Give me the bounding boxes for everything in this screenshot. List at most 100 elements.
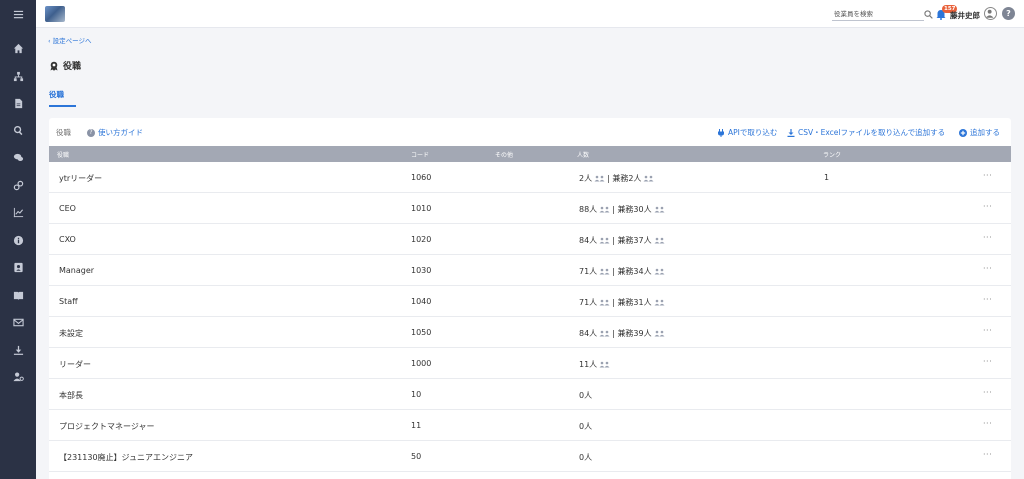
org-chart-icon[interactable] bbox=[0, 65, 36, 87]
more-options-icon[interactable]: ··· bbox=[983, 295, 992, 304]
api-import-button[interactable]: APIで取り込む bbox=[717, 127, 777, 138]
position-name: リーダー bbox=[59, 360, 91, 369]
user-settings-icon[interactable] bbox=[0, 365, 36, 387]
headcount: 71人 bbox=[579, 298, 598, 307]
people-icon bbox=[643, 175, 654, 182]
more-options-icon[interactable]: ··· bbox=[983, 264, 992, 273]
csv-import-button[interactable]: CSV・Excelファイルを取り込んで追加する bbox=[787, 127, 945, 138]
position-code: 1050 bbox=[411, 328, 432, 337]
concurrent-count: 兼務31人 bbox=[617, 298, 652, 307]
concurrent-count: 兼務37人 bbox=[617, 236, 652, 245]
mail-icon[interactable] bbox=[0, 311, 36, 333]
position-name: CXO bbox=[59, 235, 76, 244]
sidebar bbox=[0, 0, 36, 479]
book-icon[interactable] bbox=[0, 284, 36, 306]
people-icon bbox=[599, 206, 610, 213]
chat-icon[interactable] bbox=[0, 146, 36, 168]
headcount: 11人 bbox=[579, 360, 598, 369]
more-options-icon[interactable]: ··· bbox=[983, 450, 992, 459]
headcount-cell: 88人 | 兼務30人 bbox=[579, 204, 667, 215]
table-row[interactable]: CEO 1010 88人 | 兼務30人 ··· bbox=[49, 193, 1011, 224]
headcount: 0人 bbox=[579, 453, 593, 462]
position-name: Manager bbox=[59, 266, 95, 275]
column-header-position[interactable]: 役職 bbox=[57, 150, 69, 159]
position-code: 1060 bbox=[411, 173, 432, 182]
position-code: 1030 bbox=[411, 266, 432, 275]
search-input[interactable]: 役業員を検索 bbox=[832, 9, 924, 21]
breadcrumb[interactable]: ‹ 設定ページへ bbox=[48, 35, 92, 45]
people-icon bbox=[654, 268, 665, 275]
people-icon bbox=[654, 330, 665, 337]
search-icon[interactable] bbox=[924, 10, 933, 19]
download-icon[interactable] bbox=[0, 339, 36, 361]
position-name: 未設定 bbox=[59, 329, 83, 338]
people-icon bbox=[654, 299, 665, 306]
search-icon[interactable] bbox=[0, 119, 36, 141]
people-icon bbox=[654, 206, 665, 213]
column-header-headcount[interactable]: 人数 bbox=[577, 150, 589, 159]
add-position-button[interactable]: 追加する bbox=[959, 127, 1000, 138]
more-options-icon[interactable]: ··· bbox=[983, 357, 992, 366]
profile-card-icon[interactable] bbox=[0, 256, 36, 278]
people-icon bbox=[599, 299, 610, 306]
more-options-icon[interactable]: ··· bbox=[983, 171, 992, 180]
position-code: 1020 bbox=[411, 235, 432, 244]
menu-icon[interactable] bbox=[0, 3, 36, 25]
back-to-settings-link[interactable]: 設定ページへ bbox=[53, 37, 92, 45]
help-icon[interactable]: ? bbox=[1002, 7, 1015, 20]
more-options-icon[interactable]: ··· bbox=[983, 202, 992, 211]
page-title: 役職 bbox=[49, 59, 81, 72]
usage-guide-label: 使い方ガイド bbox=[98, 128, 143, 137]
position-name: 本部長 bbox=[59, 391, 83, 400]
table-row[interactable]: ytrリーダー 1060 2人 | 兼務2人 1 ··· bbox=[49, 162, 1011, 193]
more-options-icon[interactable]: ··· bbox=[983, 419, 992, 428]
more-options-icon[interactable]: ··· bbox=[983, 388, 992, 397]
table-row[interactable]: Manager 1030 71人 | 兼務34人 ··· bbox=[49, 255, 1011, 286]
table-row[interactable]: CXO 1020 84人 | 兼務37人 ··· bbox=[49, 224, 1011, 255]
headcount: 0人 bbox=[579, 422, 593, 431]
positions-card: 役職 ? 使い方ガイド APIで取り込む CSV・Excelファイルを取り込んで… bbox=[49, 118, 1011, 479]
position-name: CEO bbox=[59, 204, 76, 213]
download-icon bbox=[787, 128, 795, 137]
headcount: 84人 bbox=[579, 329, 598, 338]
username[interactable]: 藤井史郎 bbox=[950, 10, 980, 21]
concurrent-count: 兼務34人 bbox=[617, 267, 652, 276]
position-code: 1000 bbox=[411, 359, 432, 368]
position-code: 1010 bbox=[411, 204, 432, 213]
headcount-cell: 71人 | 兼務34人 bbox=[579, 266, 667, 277]
avatar[interactable] bbox=[984, 7, 997, 20]
api-import-label: APIで取り込む bbox=[728, 128, 778, 137]
top-bar: 役業員を検索 157 藤井史郎 ? bbox=[36, 0, 1024, 28]
more-options-icon[interactable]: ··· bbox=[983, 326, 992, 335]
headcount: 71人 bbox=[579, 267, 598, 276]
position-name: プロジェクトマネージャー bbox=[59, 422, 155, 431]
column-header-other[interactable]: その他 bbox=[495, 150, 513, 159]
table-row[interactable]: プロジェクトマネージャー 11 0人 ··· bbox=[49, 410, 1011, 441]
position-name: ytrリーダー bbox=[59, 174, 103, 183]
table-row[interactable]: リーダー 1000 11人 ··· bbox=[49, 348, 1011, 379]
people-icon bbox=[599, 237, 610, 244]
table-row[interactable]: Staff 1040 71人 | 兼務31人 ··· bbox=[49, 286, 1011, 317]
document-icon[interactable] bbox=[0, 92, 36, 114]
column-header-code[interactable]: コード bbox=[411, 150, 429, 159]
more-options-icon[interactable]: ··· bbox=[983, 233, 992, 242]
table-header: 役職 コード その他 人数 ランク bbox=[49, 146, 1011, 162]
position-rank: 1 bbox=[824, 173, 830, 182]
table-row[interactable]: 【231130廃止】ジュニアエンジニア 50 0人 ··· bbox=[49, 441, 1011, 472]
headcount: 0人 bbox=[579, 391, 593, 400]
company-logo[interactable] bbox=[45, 6, 65, 22]
table-row[interactable]: 本部長 10 0人 ··· bbox=[49, 379, 1011, 410]
question-icon: ? bbox=[87, 128, 95, 137]
info-icon[interactable] bbox=[0, 229, 36, 251]
tab-positions[interactable]: 役職 bbox=[49, 89, 76, 107]
table-row[interactable]: 未設定 1050 84人 | 兼務39人 ··· bbox=[49, 317, 1011, 348]
usage-guide-link[interactable]: ? 使い方ガイド bbox=[87, 127, 143, 138]
people-icon bbox=[594, 175, 605, 182]
position-code: 11 bbox=[411, 421, 422, 430]
column-header-rank[interactable]: ランク bbox=[823, 150, 841, 159]
home-icon[interactable] bbox=[0, 37, 36, 59]
headcount: 84人 bbox=[579, 236, 598, 245]
link-icon[interactable] bbox=[0, 174, 36, 196]
position-code: 50 bbox=[411, 452, 422, 461]
chart-icon[interactable] bbox=[0, 201, 36, 223]
